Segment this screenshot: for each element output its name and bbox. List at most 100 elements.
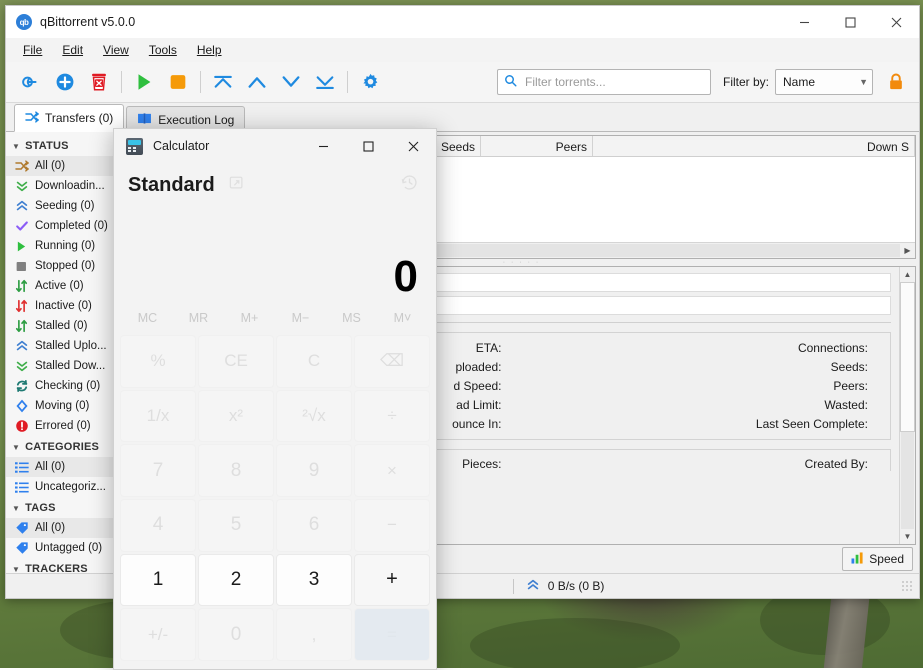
- sidebar-tag-untagged[interactable]: Untagged (0): [6, 538, 123, 558]
- key-clear-entry[interactable]: CE: [198, 335, 274, 388]
- delete-icon[interactable]: [82, 66, 116, 98]
- key-5[interactable]: 5: [198, 499, 274, 552]
- pause-icon[interactable]: [161, 66, 195, 98]
- filters-sidebar[interactable]: ▼ STATUS All (0) Downloadin... Seeding (…: [6, 132, 124, 573]
- key-subtract[interactable]: −: [354, 499, 430, 552]
- key-backspace[interactable]: ⌫: [354, 335, 430, 388]
- sidebar-item-downloading[interactable]: Downloadin...: [6, 176, 123, 196]
- key-8[interactable]: 8: [198, 444, 274, 497]
- sidebar-group-trackers[interactable]: ▼ TRACKERS: [6, 558, 123, 573]
- details-vscrollbar[interactable]: ▲ ▼: [899, 267, 915, 544]
- sidebar-group-categories[interactable]: ▼ CATEGORIES: [6, 436, 123, 457]
- key-0[interactable]: 0: [198, 608, 274, 661]
- key-3[interactable]: 3: [276, 553, 352, 607]
- column-header-down-speed[interactable]: Down S: [593, 136, 915, 156]
- search-icon: [504, 74, 517, 90]
- lock-icon[interactable]: [881, 67, 911, 97]
- key-multiply[interactable]: ×: [354, 444, 430, 497]
- sidebar-tag-all[interactable]: All (0): [6, 518, 123, 538]
- calculator-minimize-button[interactable]: [301, 129, 346, 163]
- sidebar-item-all[interactable]: All (0): [6, 156, 123, 176]
- sidebar-item-stalled-downloading[interactable]: Stalled Dow...: [6, 356, 123, 376]
- memory-recall-button[interactable]: MR: [173, 303, 224, 333]
- vscroll-track[interactable]: [901, 432, 914, 529]
- key-9[interactable]: 9: [276, 444, 352, 497]
- key-equals[interactable]: =: [354, 608, 430, 661]
- chevron-down-icon[interactable]: ▼: [900, 529, 915, 544]
- sidebar-category-all[interactable]: All (0): [6, 457, 123, 477]
- key-square[interactable]: x²: [198, 389, 274, 443]
- close-button[interactable]: [873, 6, 919, 38]
- menu-help[interactable]: Help: [188, 40, 231, 60]
- sidebar-item-stopped[interactable]: Stopped (0): [6, 256, 123, 276]
- memory-subtract-button[interactable]: M−: [275, 303, 326, 333]
- tab-transfers[interactable]: Transfers (0): [14, 104, 125, 132]
- move-up-icon[interactable]: [240, 66, 274, 98]
- key-percent[interactable]: %: [120, 335, 196, 388]
- column-header-peers[interactable]: Peers: [481, 136, 593, 156]
- label-last-seen-complete: Last Seen Complete:: [755, 417, 868, 431]
- toolbar-separator: [121, 71, 122, 93]
- search-input[interactable]: [522, 74, 704, 90]
- key-divide[interactable]: ÷: [354, 389, 430, 443]
- add-torrent-file-icon[interactable]: [48, 66, 82, 98]
- sidebar-item-seeding[interactable]: Seeding (0): [6, 196, 123, 216]
- details-tab-speed-label: Speed: [869, 552, 904, 566]
- key-negate[interactable]: +/-: [120, 608, 196, 661]
- menu-tools[interactable]: Tools: [140, 40, 186, 60]
- sidebar-category-uncategorized[interactable]: Uncategoriz...: [6, 477, 123, 497]
- sidebar-item-errored[interactable]: Errored (0): [6, 416, 123, 436]
- menu-view[interactable]: View: [94, 40, 138, 60]
- sidebar-item-stalled[interactable]: Stalled (0): [6, 316, 123, 336]
- history-icon[interactable]: [401, 174, 418, 196]
- sidebar-item-active[interactable]: Active (0): [6, 276, 123, 296]
- sidebar-item-moving[interactable]: Moving (0): [6, 396, 123, 416]
- memory-add-button[interactable]: M+: [224, 303, 275, 333]
- sidebar-item-checking[interactable]: Checking (0): [6, 376, 123, 396]
- details-tab-speed[interactable]: Speed: [842, 547, 913, 571]
- menu-edit[interactable]: Edit: [53, 40, 92, 60]
- sidebar-item-stalled-uploading[interactable]: Stalled Uplo...: [6, 336, 123, 356]
- key-1[interactable]: 1: [120, 553, 196, 607]
- key-2[interactable]: 2: [198, 553, 274, 607]
- key-4[interactable]: 4: [120, 499, 196, 552]
- key-add[interactable]: +: [354, 553, 430, 607]
- key-square-root[interactable]: ²√x: [276, 389, 352, 443]
- keep-on-top-icon[interactable]: [229, 175, 245, 196]
- calculator-maximize-button[interactable]: [346, 129, 391, 163]
- preferences-icon[interactable]: [353, 66, 387, 98]
- sidebar-group-tags[interactable]: ▼ TAGS: [6, 497, 123, 518]
- label-connections: Connections:: [797, 341, 868, 355]
- key-clear[interactable]: C: [276, 335, 352, 388]
- minimize-button[interactable]: [781, 6, 827, 38]
- chevron-up-icon[interactable]: ▲: [900, 267, 915, 282]
- key-7[interactable]: 7: [120, 444, 196, 497]
- search-box[interactable]: [496, 69, 711, 95]
- calculator-window: Calculator Standard 0 MC MR M+ M− MS M˅ …: [113, 128, 437, 670]
- sidebar-item-inactive[interactable]: Inactive (0): [6, 296, 123, 316]
- sidebar-item-completed[interactable]: Completed (0): [6, 216, 123, 236]
- memory-store-button[interactable]: MS: [326, 303, 377, 333]
- resume-icon[interactable]: [127, 66, 161, 98]
- memory-list-button[interactable]: M˅: [377, 303, 428, 333]
- resize-grip[interactable]: [901, 580, 913, 592]
- sidebar-group-status[interactable]: ▼ STATUS: [6, 135, 123, 156]
- move-top-icon[interactable]: [206, 66, 240, 98]
- key-reciprocal[interactable]: 1/x: [120, 389, 196, 443]
- memory-clear-button[interactable]: MC: [122, 303, 173, 333]
- menu-file[interactable]: File: [14, 40, 51, 60]
- move-down-icon[interactable]: [274, 66, 308, 98]
- vscroll-thumb[interactable]: [900, 282, 915, 432]
- filter-by-select[interactable]: Name ▼: [775, 69, 873, 95]
- sidebar-item-downloading-label: Downloadin...: [35, 180, 105, 192]
- maximize-button[interactable]: [827, 6, 873, 38]
- calculator-close-button[interactable]: [391, 129, 436, 163]
- label-created-by: Created By:: [804, 457, 868, 471]
- move-bottom-icon[interactable]: [308, 66, 342, 98]
- chevron-right-icon[interactable]: ▶: [900, 244, 915, 257]
- key-6[interactable]: 6: [276, 499, 352, 552]
- add-torrent-link-icon[interactable]: [14, 66, 48, 98]
- key-decimal[interactable]: ,: [276, 608, 352, 661]
- sidebar-item-running[interactable]: Running (0): [6, 236, 123, 256]
- wallpaper-patch: [470, 618, 680, 668]
